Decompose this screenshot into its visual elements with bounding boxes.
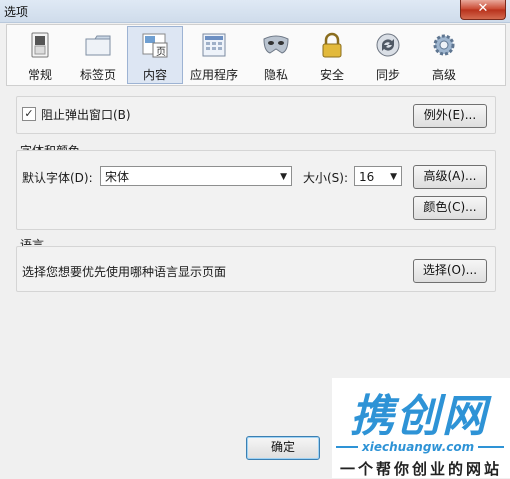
language-group: 选择您想要优先使用哪种语言显示页面 选择(O)... xyxy=(16,246,496,292)
advanced-fonts-button[interactable]: 高级(A)... xyxy=(413,165,487,189)
ok-button[interactable]: 确定 xyxy=(246,436,320,460)
default-font-value: 宋体 xyxy=(105,170,130,184)
watermark: 携创网 xiechuangw.com 一个帮你创业的网站 xyxy=(332,378,510,478)
tab-label: 常规 xyxy=(27,68,52,82)
watermark-logo: 携创网 xyxy=(350,391,488,442)
colors-button[interactable]: 颜色(C)... xyxy=(413,196,487,220)
block-popups-label: 阻止弹出窗口(B) xyxy=(41,108,131,122)
options-window: 选项 ✕ 常规 标签页 页 内容 应用程序 隐私 安全 同步 高级 ✓ 阻止弹出… xyxy=(0,0,510,478)
block-popups-checkbox[interactable]: ✓ xyxy=(22,107,36,121)
applications-icon xyxy=(202,33,226,57)
options-tab-bar: 常规 标签页 页 内容 应用程序 隐私 安全 同步 高级 xyxy=(6,24,506,86)
tab-privacy[interactable]: 隐私 xyxy=(249,27,303,83)
tab-label: 标签页 xyxy=(79,68,116,82)
padlock-icon xyxy=(322,32,342,58)
default-font-select[interactable]: 宋体 ▼ xyxy=(100,166,292,186)
page-glyph: 页 xyxy=(156,46,166,58)
tab-label: 安全 xyxy=(319,68,344,82)
title-bar: 选项 ✕ xyxy=(0,0,510,23)
choose-language-button[interactable]: 选择(O)... xyxy=(413,259,487,283)
tab-label: 应用程序 xyxy=(189,68,238,82)
popup-group: ✓ 阻止弹出窗口(B) 例外(E)... xyxy=(16,96,496,134)
tab-applications[interactable]: 应用程序 xyxy=(187,27,241,83)
tab-advanced[interactable]: 高级 xyxy=(417,27,471,83)
tab-label: 内容 xyxy=(142,68,167,82)
font-size-label: 大小(S): xyxy=(303,171,349,185)
language-description: 选择您想要优先使用哪种语言显示页面 xyxy=(22,265,227,279)
font-size-select[interactable]: 16 ▼ xyxy=(354,166,402,186)
tab-content[interactable]: 页 内容 xyxy=(127,26,183,84)
tab-label: 同步 xyxy=(375,68,400,82)
watermark-rule xyxy=(478,446,504,448)
window-title: 选项 xyxy=(4,5,29,19)
close-button[interactable]: ✕ xyxy=(460,0,506,20)
switch-icon xyxy=(31,32,49,58)
tab-general[interactable]: 常规 xyxy=(13,27,67,83)
watermark-slogan: 一个帮你创业的网站 xyxy=(340,460,503,478)
tab-sync[interactable]: 同步 xyxy=(361,27,415,83)
chevron-down-icon: ▼ xyxy=(280,172,287,182)
tab-tabs[interactable]: 标签页 xyxy=(71,27,125,83)
chevron-down-icon: ▼ xyxy=(390,172,397,182)
watermark-url: xiechuangw.com xyxy=(362,440,475,454)
mask-icon xyxy=(263,35,289,54)
tab-label: 隐私 xyxy=(263,68,288,82)
fonts-group: 默认字体(D): 宋体 ▼ 大小(S): 16 ▼ 高级(A)... 颜色(C)… xyxy=(16,150,496,230)
default-font-label: 默认字体(D): xyxy=(22,171,93,185)
gear-icon xyxy=(433,34,455,56)
watermark-rule xyxy=(336,446,358,448)
tab-label: 高级 xyxy=(431,68,456,82)
font-size-value: 16 xyxy=(359,170,375,184)
tab-security[interactable]: 安全 xyxy=(305,27,359,83)
page-content-icon: 页 xyxy=(142,33,168,58)
close-icon: ✕ xyxy=(477,1,489,16)
exceptions-button[interactable]: 例外(E)... xyxy=(413,104,487,128)
sync-icon xyxy=(376,33,400,57)
folder-tab-icon xyxy=(85,35,111,56)
